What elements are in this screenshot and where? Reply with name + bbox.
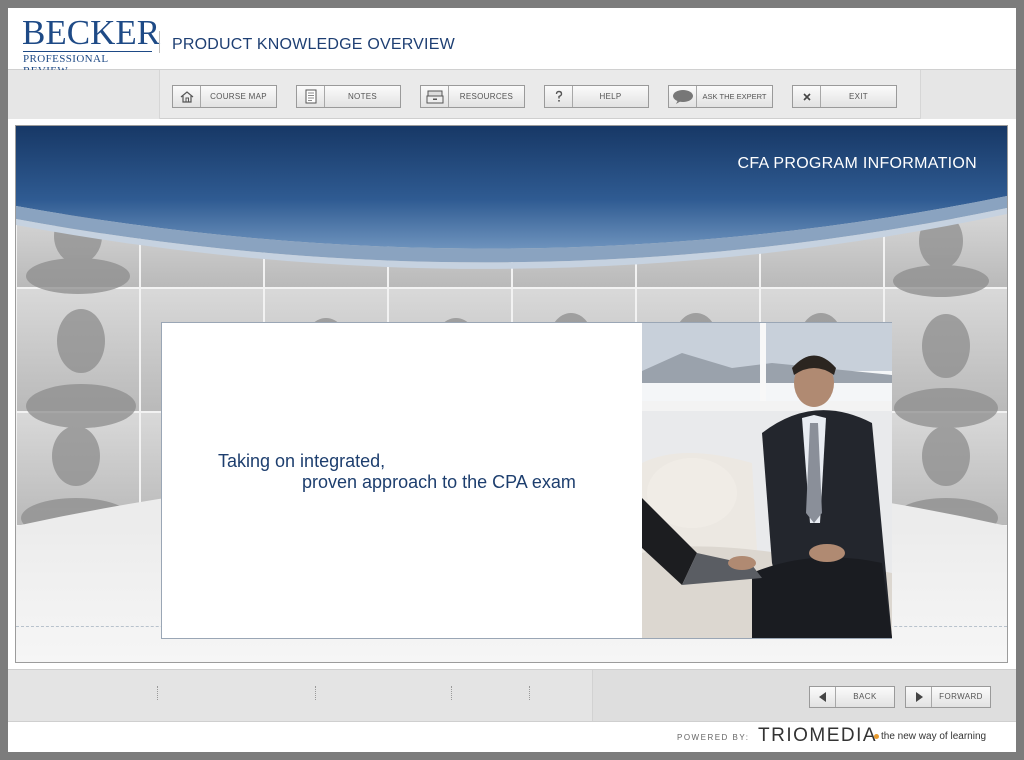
- becker-logo: BECKER PROFESSIONAL REVIEW: [22, 15, 160, 77]
- headline-line-2: proven approach to the CPA exam: [302, 472, 576, 492]
- notes-button[interactable]: NOTES: [296, 85, 401, 108]
- course-map-button[interactable]: COURSE MAP: [172, 85, 277, 108]
- content-card: Taking on integrated, proven approach to…: [161, 322, 892, 639]
- help-button[interactable]: HELP: [544, 85, 649, 108]
- toolbar-right-panel: [920, 70, 1016, 119]
- close-icon: [793, 86, 821, 107]
- header-banner: [16, 126, 1007, 269]
- help-label: HELP: [599, 92, 622, 101]
- app-window: BECKER PROFESSIONAL REVIEW PRODUCT KNOWL…: [8, 8, 1016, 752]
- header-divider: [159, 31, 160, 53]
- logo-wordmark: BECKER: [22, 13, 161, 52]
- speech-bubble-icon: [669, 86, 697, 107]
- resources-label: RESOURCES: [459, 92, 514, 101]
- progress-marker: [529, 686, 530, 700]
- notes-label: NOTES: [347, 92, 378, 101]
- tagline: the new way of learning: [881, 731, 987, 742]
- headline-line-1: Taking on integrated,: [218, 451, 386, 471]
- brand-dot: [874, 734, 879, 739]
- triangle-left-icon: [810, 687, 836, 707]
- course-title: PRODUCT KNOWLEDGE OVERVIEW: [172, 36, 455, 53]
- progress-marker: [315, 686, 316, 700]
- content-stage: CFA PROGRAM INFORMATION Taking on integr…: [15, 125, 1008, 663]
- ask-the-expert-button[interactable]: ASK THE EXPERT: [668, 85, 773, 108]
- ask-the-expert-label: ASK THE EXPERT: [702, 92, 767, 101]
- progress-marker: [157, 686, 158, 700]
- toolbar-left-panel: [8, 70, 160, 119]
- headline: Taking on integrated, proven approach to…: [218, 451, 576, 493]
- triomedia-logo: TRIOMEDIA: [758, 725, 878, 746]
- exit-button[interactable]: EXIT: [792, 85, 897, 108]
- file-cabinet-icon: [421, 86, 449, 107]
- exit-label: EXIT: [849, 92, 868, 101]
- progress-marker: [451, 686, 452, 700]
- section-title: CFA PROGRAM INFORMATION: [737, 155, 977, 172]
- back-button[interactable]: BACK: [809, 686, 895, 708]
- businessman-with-laptop-image: [642, 323, 892, 638]
- navigation-controls: BACK FORWARD: [592, 670, 1016, 722]
- question-icon: [545, 86, 573, 107]
- powered-by-label: POWERED BY:: [677, 733, 750, 742]
- navigation-bar: BACK FORWARD: [8, 669, 1016, 722]
- forward-button[interactable]: FORWARD: [905, 686, 991, 708]
- toolbar: COURSE MAP NOTES RESOURCES HELP ASK THE: [8, 70, 1016, 119]
- forward-label: FORWARD: [939, 692, 983, 701]
- footer: POWERED BY: TRIOMEDIA the new way of lea…: [8, 721, 1016, 752]
- document-icon: [297, 86, 325, 107]
- triangle-right-icon: [906, 687, 932, 707]
- header: BECKER PROFESSIONAL REVIEW PRODUCT KNOWL…: [8, 8, 1016, 77]
- resources-button[interactable]: RESOURCES: [420, 85, 525, 108]
- course-map-label: COURSE MAP: [210, 92, 267, 101]
- back-label: BACK: [853, 692, 877, 701]
- home-icon: [173, 86, 201, 107]
